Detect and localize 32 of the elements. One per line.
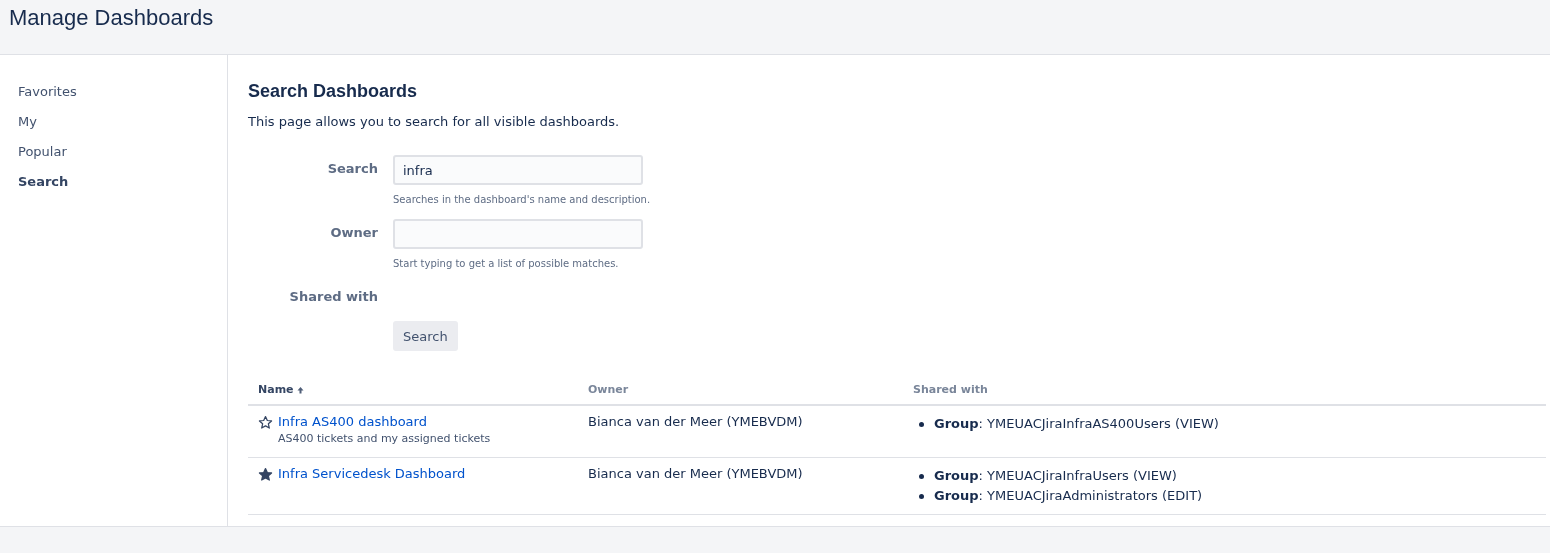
field-label: Shared with: [288, 288, 379, 306]
section-heading: Search Dashboards: [248, 80, 419, 103]
page-title: Manage Dashboards: [8, 4, 215, 32]
filled-star-icon[interactable]: [258, 467, 273, 482]
dashboard-link[interactable]: Infra AS400 dashboard: [278, 414, 427, 429]
sort-arrow-icon[interactable]: [296, 385, 304, 394]
sidebar-item[interactable]: Search: [18, 170, 69, 194]
bullet-icon: [919, 473, 924, 479]
intro-text: This page allows you to search for all visible dashboards.: [248, 113, 621, 131]
dashboard-description: AS400 tickets and my assigned tickets: [278, 432, 491, 445]
dashboard-link[interactable]: Infra Servicedesk Dashboard: [278, 466, 466, 481]
help-text: Start typing to get a list of possible matches.: [393, 257, 620, 271]
star-outline-icon[interactable]: [258, 415, 273, 430]
share-entry: Group: YMEUACJiraInfraAS400Users (VIEW): [934, 415, 1219, 433]
owner-name: Bianca van der Meer (YMEBVDM): [588, 466, 803, 481]
owner-field[interactable]: [393, 219, 643, 249]
sidebar-item[interactable]: Favorites: [18, 80, 77, 104]
share-entry: Group: YMEUACJiraAdministrators (EDIT): [934, 487, 1203, 505]
column-header[interactable]: Owner: [588, 383, 629, 396]
search-field[interactable]: infra: [393, 155, 643, 185]
search-button[interactable]: Search: [393, 321, 458, 351]
share-entry: Group: YMEUACJiraInfraUsers (VIEW): [934, 467, 1177, 485]
sidebar-item[interactable]: Popular: [18, 140, 67, 164]
help-text: Searches in the dashboard's name and description.: [393, 193, 651, 207]
field-label: Owner: [329, 224, 379, 242]
column-header[interactable]: Shared with: [913, 383, 988, 396]
column-header[interactable]: Name: [258, 383, 294, 396]
bullet-icon: [919, 493, 924, 499]
field-label: Search: [326, 160, 379, 178]
owner-name: Bianca van der Meer (YMEBVDM): [588, 414, 803, 429]
sidebar-item[interactable]: My: [18, 110, 37, 134]
bullet-icon: [919, 421, 924, 427]
